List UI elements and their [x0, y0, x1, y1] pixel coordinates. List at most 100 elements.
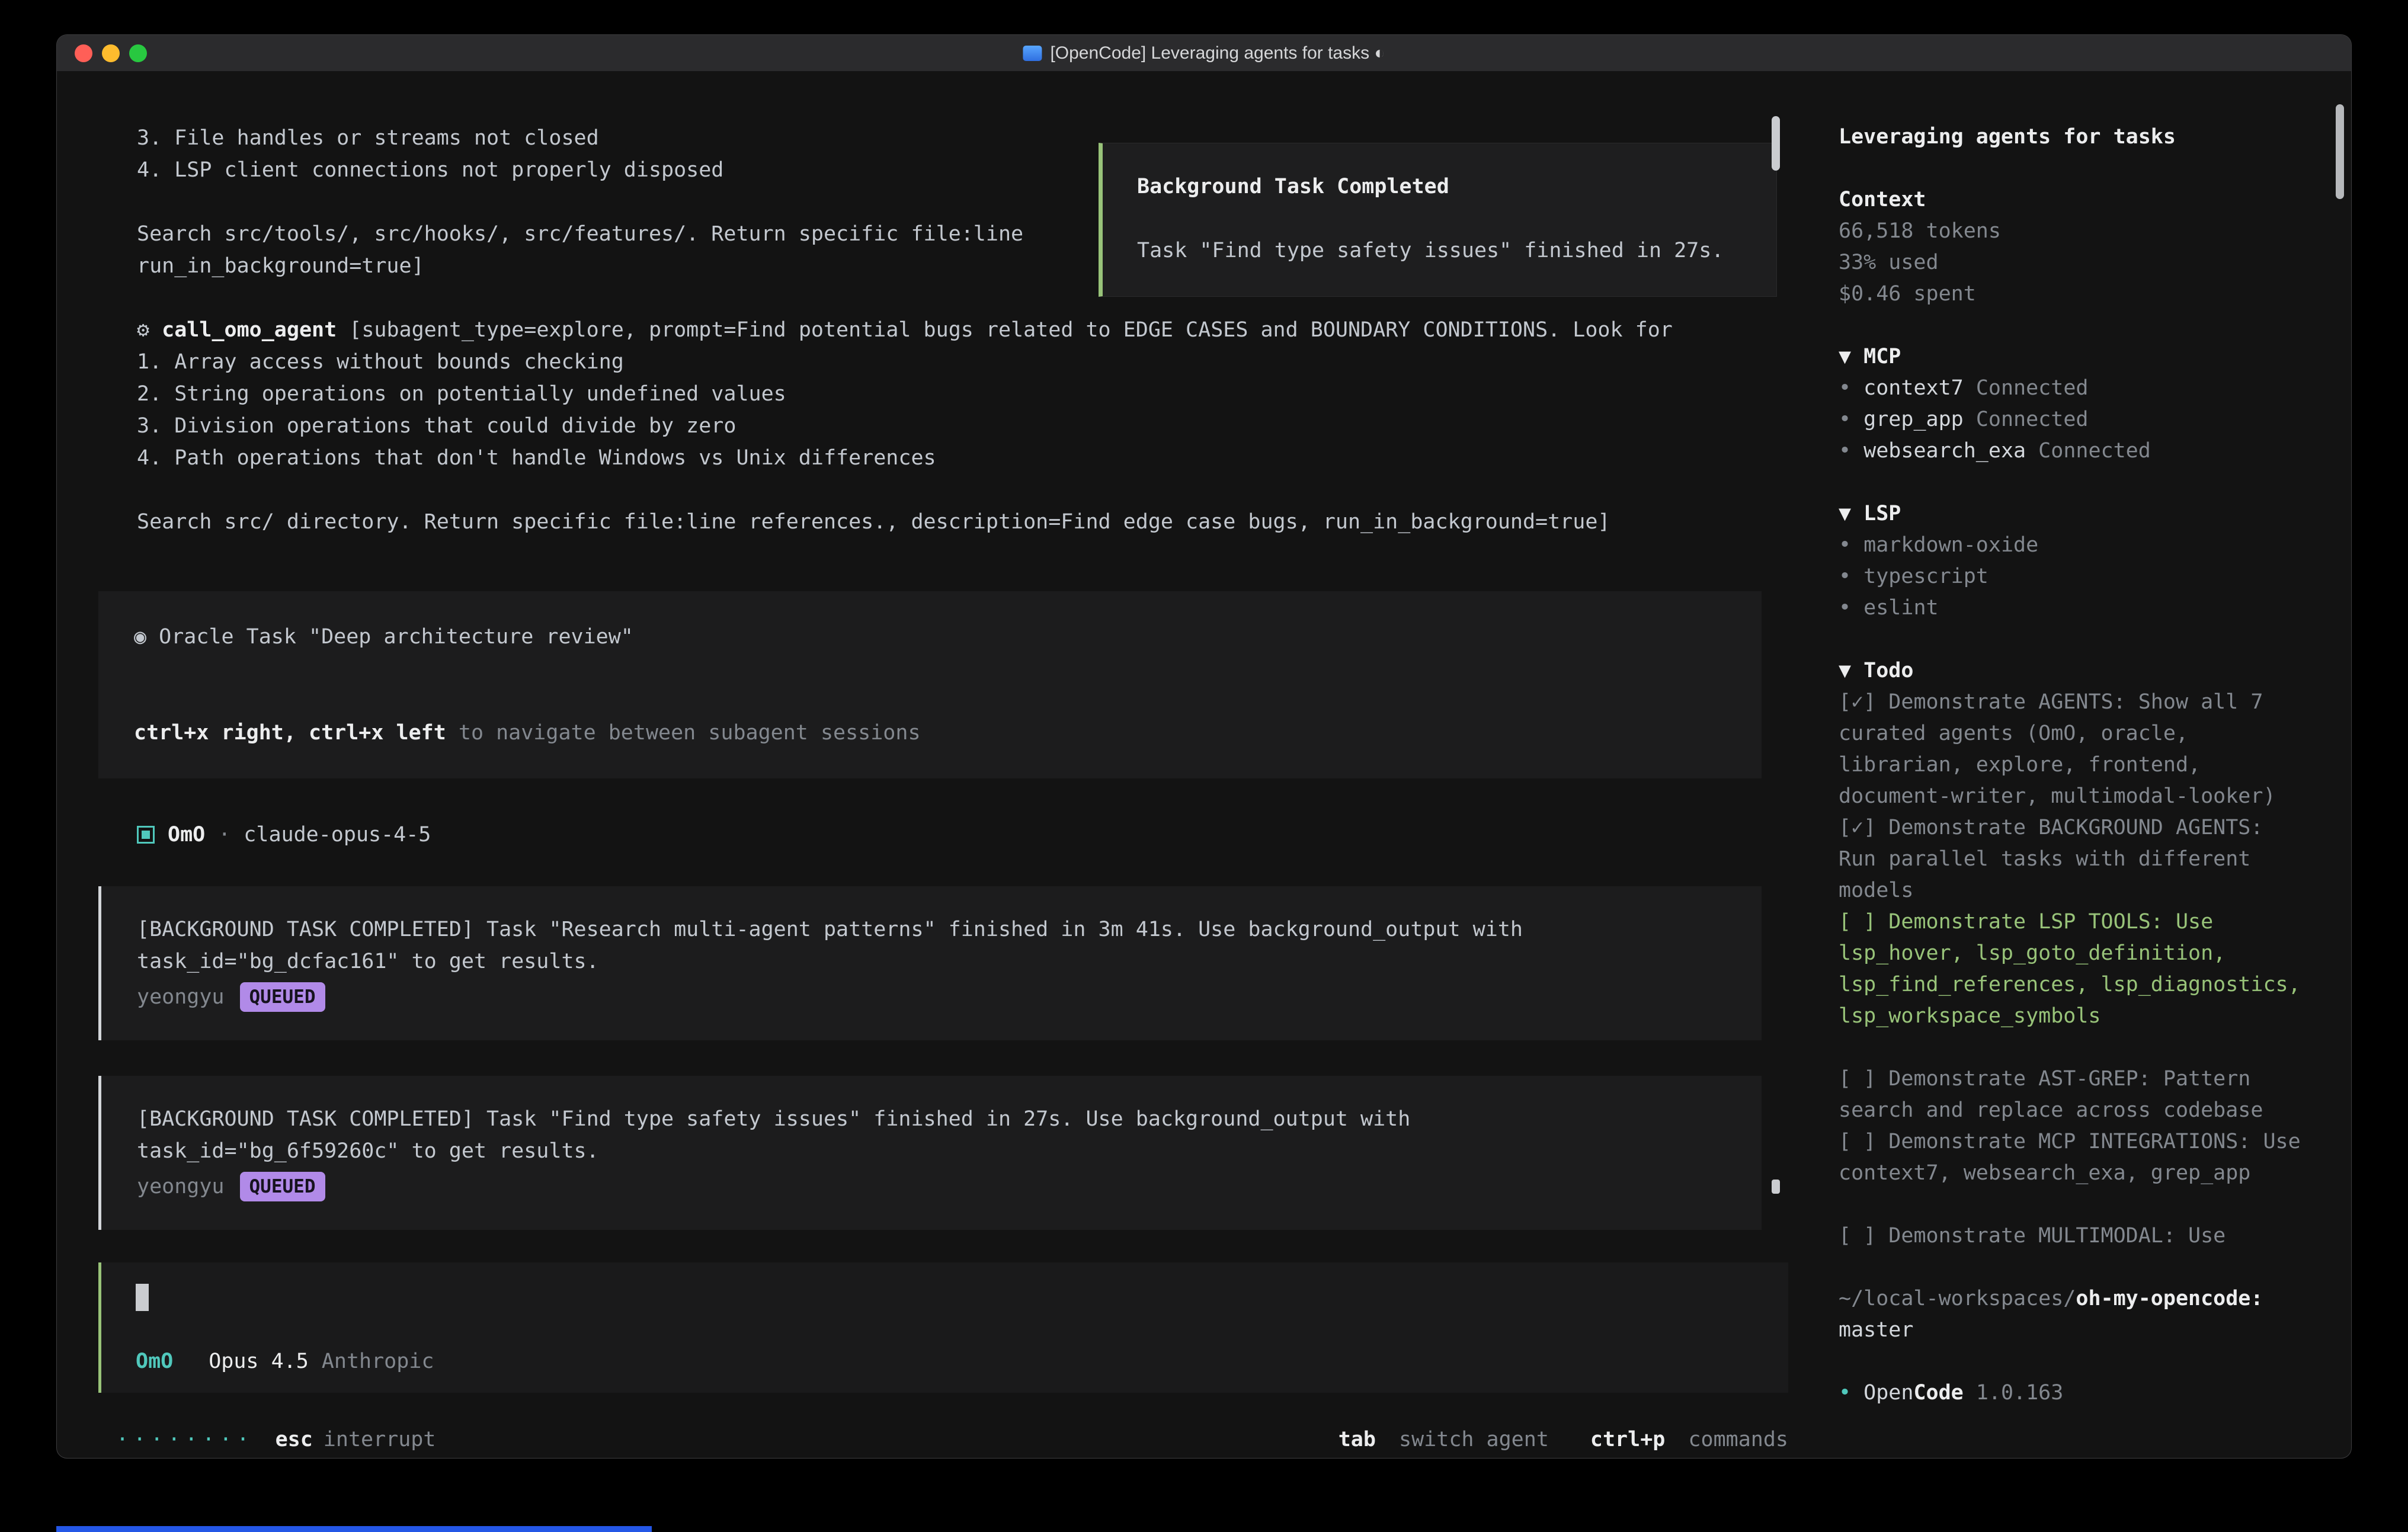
tab-key-label: switch agent — [1399, 1428, 1549, 1451]
spinner-dots: ········ — [116, 1424, 254, 1456]
agent-separator: · — [218, 819, 230, 851]
todo-item: [ ] Demonstrate LSP TOOLS: Use lsp_hover… — [1839, 906, 2304, 1032]
message-line: task_id="bg_6f59260c" to get results. — [137, 1135, 1726, 1167]
message-line: [BACKGROUND TASK COMPLETED] Task "Resear… — [137, 914, 1726, 946]
chevron-down-icon: ▼ — [1839, 345, 1851, 368]
hint-keys: ctrl+x right, ctrl+x left — [134, 721, 446, 745]
todo-section: ▼ Todo [✓] Demonstrate AGENTS: Show all … — [1839, 655, 2304, 1252]
queued-badge: QUEUED — [240, 1172, 325, 1201]
brand-name-bold: Code — [1913, 1381, 1963, 1405]
oracle-task-title-line: ◉ Oracle Task "Deep architecture review" — [134, 621, 1726, 653]
todo-heading: Todo — [1863, 659, 1913, 682]
lsp-section-header[interactable]: ▼ LSP — [1839, 498, 2304, 530]
tab-key-hint: tab — [1339, 1428, 1376, 1451]
todo-checkbox: [ ] — [1839, 910, 1876, 934]
esc-key-label: interrupt — [324, 1424, 436, 1456]
main-scrollbar-thumb[interactable] — [1772, 116, 1780, 171]
input-meta: OmO Opus 4.5 Anthropic — [136, 1345, 1753, 1377]
mcp-status: Connected — [1976, 408, 2089, 431]
todo-checkbox: [ ] — [1839, 1130, 1876, 1153]
mcp-name: websearch_exa — [1863, 439, 2026, 463]
status-bar: ········ esc interrupt tab switch agent … — [116, 1424, 1788, 1456]
agent-header: OmO · claude-opus-4-5 — [137, 819, 1806, 851]
ctrl-p-key-hint: ctrl+p — [1590, 1428, 1665, 1451]
main-scrollbar-marker[interactable] — [1772, 1180, 1780, 1194]
todo-text: Demonstrate MULTIMODAL: Use — [1888, 1224, 2226, 1248]
bullet-icon: • — [1839, 596, 1851, 620]
mcp-section-header[interactable]: ▼ MCP — [1839, 341, 2304, 373]
sidebar-scrollbar-thumb[interactable] — [2336, 104, 2344, 199]
chevron-down-icon: ▼ — [1839, 659, 1851, 682]
todo-checkbox: [✓] — [1839, 690, 1876, 714]
window-title-area: [OpenCode] Leveraging agents for tasks ◐ — [1023, 43, 1385, 63]
version-number: 1.0.163 — [1976, 1381, 2064, 1405]
text-cursor — [136, 1284, 149, 1311]
lsp-name: typescript — [1863, 565, 1988, 588]
active-agent: OmO — [136, 1345, 173, 1377]
todo-item: [✓] Demonstrate BACKGROUND AGENTS: Run p… — [1839, 812, 2304, 906]
lsp-item: • eslint — [1839, 592, 2304, 624]
mcp-item: • context7 Connected — [1839, 373, 2304, 404]
zoom-button[interactable] — [129, 44, 147, 62]
todo-section-header[interactable]: ▼ Todo — [1839, 655, 2304, 687]
lsp-item: • markdown-oxide — [1839, 530, 2304, 561]
mcp-item: • websearch_exa Connected — [1839, 435, 2304, 467]
close-button[interactable] — [75, 44, 92, 62]
notification-title: Background Task Completed — [1137, 171, 1747, 203]
session-title: Leveraging agents for tasks — [1839, 121, 2304, 153]
mcp-section: ▼ MCP • context7 Connected • grep_app Co… — [1839, 341, 2304, 467]
chevron-down-icon: ▼ — [1839, 502, 1851, 525]
context-heading: Context — [1839, 184, 2304, 216]
tool-name: call_omo_agent — [162, 318, 337, 342]
todo-item: [ ] Demonstrate MCP INTEGRATIONS: Use co… — [1839, 1126, 2304, 1189]
tool-args: [subagent_type=explore, prompt=Find pote… — [337, 318, 1673, 342]
bullet-icon: • — [1839, 1381, 1851, 1405]
terminal-line: 3. Division operations that could divide… — [137, 410, 1806, 442]
lsp-item: • typescript — [1839, 561, 2304, 592]
context-spent: $0.46 spent — [1839, 278, 2304, 310]
todo-item: [ ] Demonstrate MULTIMODAL: Use — [1839, 1220, 2304, 1252]
mcp-status: Connected — [2038, 439, 2151, 463]
mcp-name: context7 — [1863, 376, 1964, 400]
background-task-notification: Background Task Completed Task "Find typ… — [1099, 143, 1777, 297]
mcp-status: Connected — [1976, 376, 2089, 400]
window-title: [OpenCode] Leveraging agents for tasks ◐ — [1050, 43, 1385, 63]
queued-badge: QUEUED — [240, 982, 325, 1012]
lsp-section: ▼ LSP • markdown-oxide • typescript • es… — [1839, 498, 2304, 624]
oracle-task-panel: ◉ Oracle Task "Deep architecture review"… — [98, 591, 1762, 778]
bullet-icon: • — [1839, 376, 1851, 400]
bullet-icon: • — [1839, 533, 1851, 557]
agent-icon — [137, 826, 155, 844]
bullet-icon: • — [1839, 439, 1851, 463]
todo-item: [✓] Demonstrate AGENTS: Show all 7 curat… — [1839, 687, 2304, 812]
titlebar[interactable]: [OpenCode] Leveraging agents for tasks ◐ — [57, 35, 2351, 72]
esc-key-hint: esc — [276, 1424, 313, 1456]
window-icon — [1023, 46, 1042, 61]
minimize-button[interactable] — [102, 44, 120, 62]
ctrl-p-key-label: commands — [1688, 1428, 1788, 1451]
message-author: yeongyu — [137, 1171, 225, 1203]
message-line: task_id="bg_dcfac161" to get results. — [137, 946, 1726, 977]
mcp-heading: MCP — [1863, 345, 1901, 368]
message-line: [BACKGROUND TASK COMPLETED] Task "Find t… — [137, 1103, 1726, 1135]
todo-text: Demonstrate BACKGROUND AGENTS: Run paral… — [1839, 816, 2276, 902]
hint-text: to navigate between subagent sessions — [446, 721, 921, 745]
todo-text: Demonstrate LSP TOOLS: Use lsp_hover, ls… — [1839, 910, 2313, 1028]
context-tokens: 66,518 tokens — [1839, 216, 2304, 247]
app-version: • OpenCode 1.0.163 — [1839, 1377, 2304, 1409]
todo-text: Demonstrate AGENTS: Show all 7 curated a… — [1839, 690, 2276, 808]
workspace-path: ~/local-workspaces/oh-my-opencode: maste… — [1839, 1283, 2304, 1346]
model-provider: Anthropic — [322, 1345, 434, 1377]
brand-name: Open — [1863, 1381, 1913, 1405]
lsp-name: markdown-oxide — [1863, 533, 2038, 557]
terminal-line: Search src/ directory. Return specific f… — [137, 506, 1806, 538]
todo-checkbox: [ ] — [1839, 1224, 1876, 1248]
todo-checkbox: [ ] — [1839, 1067, 1876, 1091]
background-window-sliver — [56, 1526, 652, 1532]
background-task-message: [BACKGROUND TASK COMPLETED] Task "Find t… — [98, 1076, 1762, 1230]
prompt-input[interactable]: OmO Opus 4.5 Anthropic — [98, 1262, 1788, 1393]
bullet-icon: • — [1839, 565, 1851, 588]
terminal-line: 1. Array access without bounds checking — [137, 346, 1806, 378]
mcp-item: • grep_app Connected — [1839, 404, 2304, 435]
context-section: Context 66,518 tokens 33% used $0.46 spe… — [1839, 184, 2304, 310]
